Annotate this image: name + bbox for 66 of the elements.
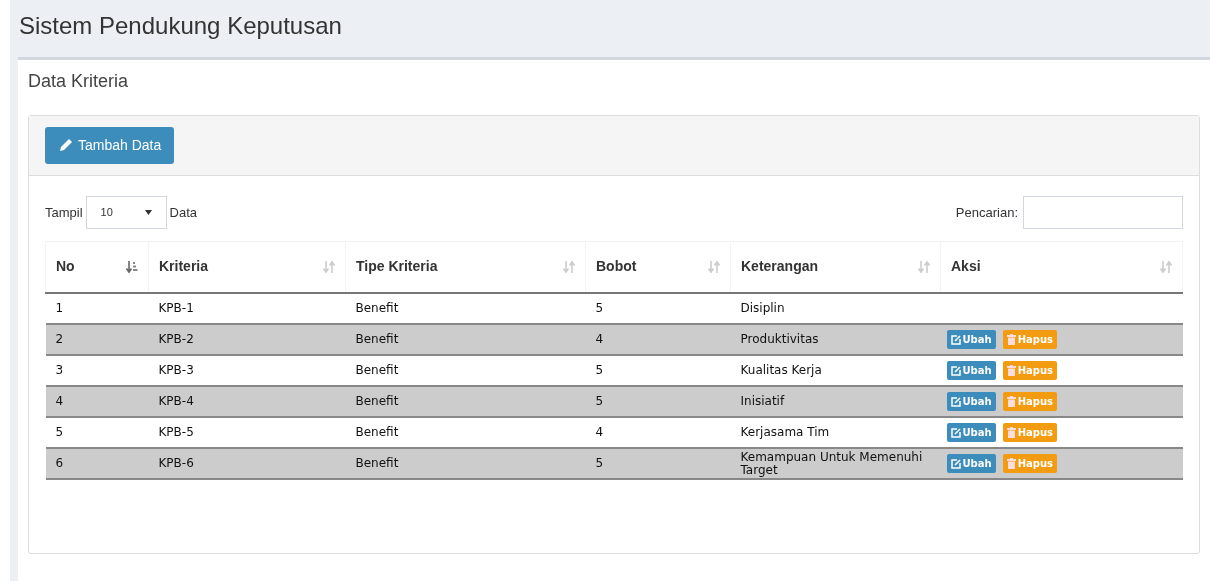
edit-button[interactable]: Ubah — [946, 361, 996, 380]
pencil-icon — [58, 137, 74, 153]
trash-icon — [1006, 334, 1016, 345]
sort-icon — [918, 259, 930, 274]
delete-button[interactable]: Hapus — [1002, 454, 1057, 473]
trash-icon — [1006, 427, 1016, 438]
table-cell: Benefit — [355, 394, 399, 408]
table-cell: Kemampuan Untuk Memenuhi Target — [740, 449, 923, 477]
table-cell: Inisiatif — [740, 394, 785, 408]
table-cell: 6 — [55, 456, 64, 470]
table-cell: 5 — [595, 456, 604, 470]
table-cell: 1 — [55, 301, 64, 315]
table-cell: Benefit — [355, 456, 399, 470]
page-size-select[interactable]: 10 — [85, 196, 167, 229]
dropdown-caret-icon — [144, 210, 152, 215]
sort-icon — [708, 259, 720, 274]
table-cell: 3 — [55, 363, 64, 377]
table-cell: 5 — [595, 394, 604, 408]
table-cell: Benefit — [355, 332, 399, 346]
edit-icon — [950, 365, 961, 376]
edit-icon — [950, 396, 961, 407]
table-cell: KPB-2 — [158, 332, 194, 346]
edit-button[interactable]: Ubah — [946, 454, 996, 473]
table-cell: Benefit — [355, 425, 399, 439]
edit-icon — [950, 427, 961, 438]
add-data-button[interactable]: Tambah Data — [45, 126, 175, 164]
table-cell: 4 — [595, 332, 604, 346]
table-cell: 4 — [55, 394, 64, 408]
sort-icon — [323, 259, 335, 274]
edit-icon — [950, 458, 961, 469]
table-cell: Benefit — [355, 363, 399, 377]
table-cell: KPB-6 — [158, 456, 194, 470]
edit-button[interactable]: Ubah — [946, 423, 996, 442]
edit-icon — [950, 334, 961, 345]
delete-button[interactable]: Hapus — [1002, 392, 1057, 411]
table-cell: Benefit — [355, 301, 399, 315]
edit-button[interactable]: Ubah — [946, 392, 996, 411]
table-cell: 5 — [55, 425, 64, 439]
table-cell: KPB-1 — [158, 301, 194, 315]
table-cell: KPB-3 — [158, 363, 194, 377]
delete-button[interactable]: Hapus — [1002, 330, 1057, 349]
table-cell: Disiplin — [740, 301, 785, 315]
table-cell: Produktivitas — [740, 332, 819, 346]
table-cell: Kerjasama Tim — [740, 425, 830, 439]
delete-button[interactable]: Hapus — [1002, 423, 1057, 442]
data-label: Data — [169, 203, 198, 222]
table-cell: 5 — [595, 363, 604, 377]
table-cell: Kualitas Kerja — [740, 363, 822, 377]
section-title: Data Kriteria — [28, 70, 130, 93]
sort-icon — [1160, 259, 1172, 274]
search-field[interactable] — [1023, 196, 1183, 229]
edit-button[interactable]: Ubah — [946, 330, 996, 349]
table-cell: KPB-4 — [158, 394, 194, 408]
table-cell: 5 — [595, 301, 604, 315]
sort-icon — [563, 259, 575, 274]
delete-button[interactable]: Hapus — [1002, 361, 1057, 380]
table-cell: 2 — [55, 332, 64, 346]
table-cell: KPB-5 — [158, 425, 194, 439]
table-cell: 4 — [595, 425, 604, 439]
search-label: Pencarian: — [955, 203, 1018, 222]
show-label: Tampil — [45, 203, 83, 222]
page-title: Sistem Pendukung Keputusan — [19, 11, 343, 41]
sort-ascending-icon — [126, 259, 138, 274]
trash-icon — [1006, 458, 1016, 469]
trash-icon — [1006, 396, 1016, 407]
trash-icon — [1006, 365, 1016, 376]
